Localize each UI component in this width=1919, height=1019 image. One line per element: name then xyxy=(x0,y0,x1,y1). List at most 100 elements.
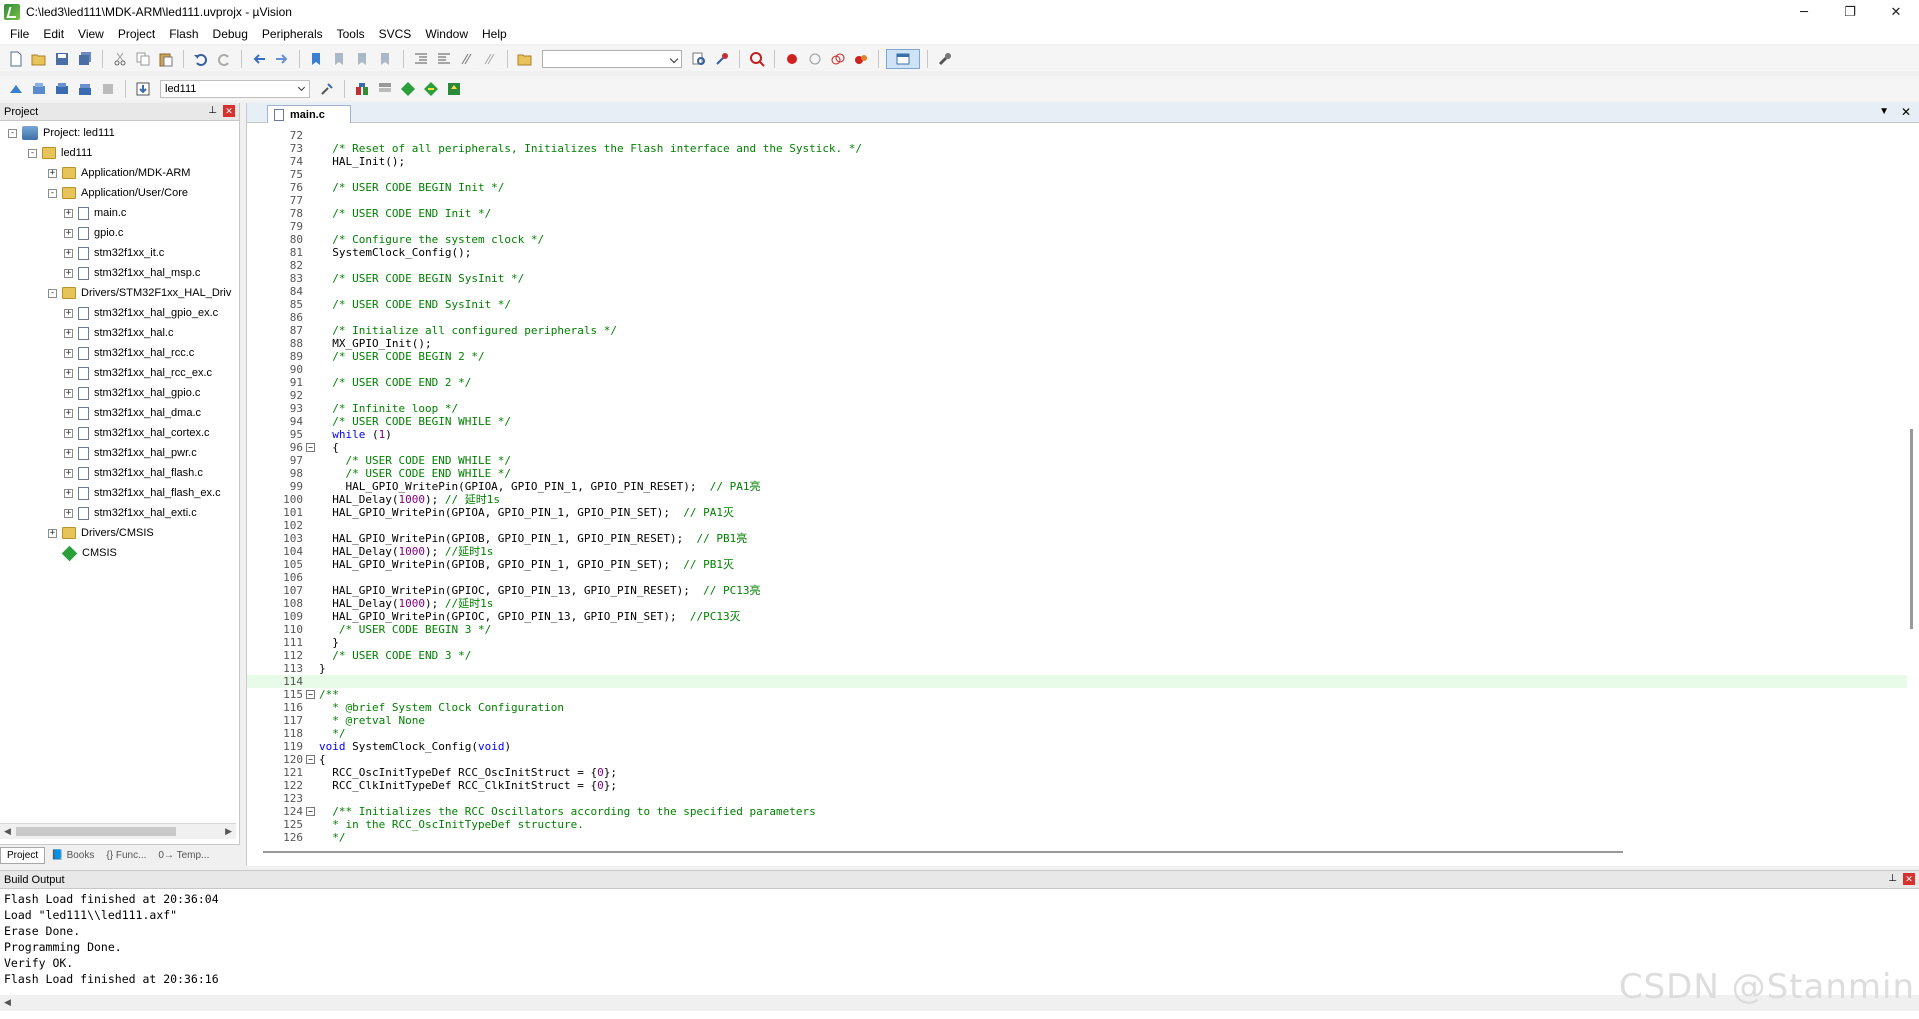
code-line[interactable]: 90 xyxy=(247,363,1907,376)
tree-item[interactable]: + stm32f1xx_hal_cortex.c xyxy=(0,423,239,443)
code-line[interactable]: 83 /* USER CODE BEGIN SysInit */ xyxy=(247,272,1907,285)
expand-icon[interactable]: + xyxy=(48,528,57,538)
bookmark-prev-icon[interactable] xyxy=(330,49,350,69)
expand-icon[interactable]: + xyxy=(64,368,73,378)
project-horizontal-scrollbar[interactable]: ◀ ▶ xyxy=(0,823,236,839)
code-line[interactable]: 125 * in the RCC_OscInitTypeDef structur… xyxy=(247,818,1907,831)
uncomment-icon[interactable] xyxy=(480,49,500,69)
tree-item[interactable]: + gpio.c xyxy=(0,223,239,243)
tree-item[interactable]: + stm32f1xx_hal_gpio_ex.c xyxy=(0,303,239,323)
code-line[interactable]: 124− /** Initializes the RCC Oscillators… xyxy=(247,805,1907,818)
tree-item[interactable]: + stm32f1xx_hal_dma.c xyxy=(0,403,239,423)
code-line[interactable]: 85 /* USER CODE END SysInit */ xyxy=(247,298,1907,311)
editor-tab-main-c[interactable]: main.c xyxy=(267,105,351,123)
expand-icon[interactable]: + xyxy=(64,488,73,498)
close-tab-icon[interactable]: ✕ xyxy=(1901,105,1911,119)
code-line[interactable]: 84 xyxy=(247,285,1907,298)
bookmark-toggle-icon[interactable] xyxy=(307,49,327,69)
code-line[interactable]: 81 SystemClock_Config(); xyxy=(247,246,1907,259)
expand-icon[interactable]: + xyxy=(64,468,73,478)
close-button[interactable]: ✕ xyxy=(1873,0,1919,24)
save-icon[interactable] xyxy=(52,49,72,69)
code-line[interactable]: 97 /* USER CODE END WHILE */ xyxy=(247,454,1907,467)
build-icon[interactable] xyxy=(29,79,49,99)
debug-session-icon[interactable] xyxy=(747,49,767,69)
indent-icon[interactable] xyxy=(411,49,431,69)
tree-item[interactable]: + stm32f1xx_hal_flash_ex.c xyxy=(0,483,239,503)
configure-icon[interactable] xyxy=(935,49,955,69)
save-all-icon[interactable] xyxy=(75,49,95,69)
code-line[interactable]: 119 void SystemClock_Config(void) xyxy=(247,740,1907,753)
tree-item[interactable]: + stm32f1xx_hal_rcc.c xyxy=(0,343,239,363)
tab-templates[interactable]: 0→ Temp... xyxy=(152,848,215,863)
tab-books[interactable]: 📘 Books xyxy=(45,848,100,863)
editor-horizontal-scrollbar[interactable] xyxy=(263,851,1623,853)
code-line[interactable]: 75 xyxy=(247,168,1907,181)
fold-gutter[interactable]: − xyxy=(303,753,317,766)
code-line[interactable]: 95 while (1) xyxy=(247,428,1907,441)
close-panel-icon[interactable]: ✕ xyxy=(1903,873,1915,885)
expand-icon[interactable]: + xyxy=(64,448,73,458)
code-line[interactable]: 112 /* USER CODE END 3 */ xyxy=(247,649,1907,662)
fold-gutter[interactable]: − xyxy=(303,805,317,818)
fold-collapse-icon[interactable]: − xyxy=(306,690,315,699)
undo-icon[interactable] xyxy=(191,49,211,69)
code-line[interactable]: 111 } xyxy=(247,636,1907,649)
code-line[interactable]: 104 HAL_Delay(1000); //延时1s xyxy=(247,545,1907,558)
editor-vertical-scrollbar[interactable] xyxy=(1907,129,1917,845)
comment-icon[interactable] xyxy=(457,49,477,69)
tree-item[interactable]: - Project: led111 xyxy=(0,123,239,143)
translate-icon[interactable] xyxy=(6,79,26,99)
code-line[interactable]: 94 /* USER CODE BEGIN WHILE */ xyxy=(247,415,1907,428)
tree-item[interactable]: + stm32f1xx_it.c xyxy=(0,243,239,263)
tab-project[interactable]: Project xyxy=(0,847,46,864)
current-code-line[interactable]: 114 xyxy=(247,675,1907,688)
code-line[interactable]: 120−{ xyxy=(247,753,1907,766)
cut-icon[interactable] xyxy=(110,49,130,69)
menu-svcs[interactable]: SVCS xyxy=(372,27,419,41)
find-combo[interactable] xyxy=(542,49,682,68)
code-line[interactable]: 79 xyxy=(247,220,1907,233)
menu-debug[interactable]: Debug xyxy=(206,27,255,41)
download-icon[interactable] xyxy=(133,79,153,99)
open-folder-icon[interactable] xyxy=(29,49,49,69)
scroll-left-icon[interactable]: ◀ xyxy=(4,997,11,1008)
manage-run-time-icon[interactable] xyxy=(398,79,418,99)
code-line[interactable]: 122 RCC_ClkInitTypeDef RCC_ClkInitStruct… xyxy=(247,779,1907,792)
code-line[interactable]: 87 /* Initialize all configured peripher… xyxy=(247,324,1907,337)
kill-breakpoints-icon[interactable] xyxy=(851,49,871,69)
expand-icon[interactable]: + xyxy=(64,408,73,418)
code-line[interactable]: 88 MX_GPIO_Init(); xyxy=(247,337,1907,350)
scrollbar-thumb[interactable] xyxy=(16,827,176,836)
fold-collapse-icon[interactable]: − xyxy=(306,755,315,764)
code-line[interactable]: 73 /* Reset of all peripherals, Initiali… xyxy=(247,142,1907,155)
pack-installer-icon[interactable] xyxy=(421,79,441,99)
code-line[interactable]: 116 * @brief System Clock Configuration xyxy=(247,701,1907,714)
menu-flash[interactable]: Flash xyxy=(162,27,205,41)
code-line[interactable]: 100 HAL_Delay(1000); // 延时1s xyxy=(247,493,1907,506)
tree-item[interactable]: CMSIS xyxy=(0,543,239,563)
expand-icon[interactable]: + xyxy=(64,228,73,238)
bookmark-clear-icon[interactable] xyxy=(376,49,396,69)
collapse-icon[interactable]: - xyxy=(48,288,57,298)
maximize-button[interactable]: ❐ xyxy=(1827,0,1873,24)
code-line[interactable]: 117 * @retval None xyxy=(247,714,1907,727)
manage-project-items-icon[interactable] xyxy=(352,79,372,99)
code-line[interactable]: 103 HAL_GPIO_WritePin(GPIOB, GPIO_PIN_1,… xyxy=(247,532,1907,545)
menu-window[interactable]: Window xyxy=(418,27,475,41)
expand-icon[interactable]: + xyxy=(64,508,73,518)
expand-icon[interactable]: + xyxy=(48,168,57,178)
collapse-icon[interactable]: - xyxy=(48,188,57,198)
code-line[interactable]: 123 xyxy=(247,792,1907,805)
bookmark-next-icon[interactable] xyxy=(353,49,373,69)
code-line[interactable]: 121 RCC_OscInitTypeDef RCC_OscInitStruct… xyxy=(247,766,1907,779)
code-line[interactable]: 109 HAL_GPIO_WritePin(GPIOC, GPIO_PIN_13… xyxy=(247,610,1907,623)
scroll-left-icon[interactable]: ◀ xyxy=(4,826,11,837)
select-packs-icon[interactable] xyxy=(375,79,395,99)
tab-functions[interactable]: {} Func... xyxy=(100,848,152,863)
code-line[interactable]: 113} xyxy=(247,662,1907,675)
unindent-icon[interactable] xyxy=(434,49,454,69)
code-line[interactable]: 77 xyxy=(247,194,1907,207)
expand-icon[interactable]: + xyxy=(64,348,73,358)
menu-tools[interactable]: Tools xyxy=(330,27,372,41)
